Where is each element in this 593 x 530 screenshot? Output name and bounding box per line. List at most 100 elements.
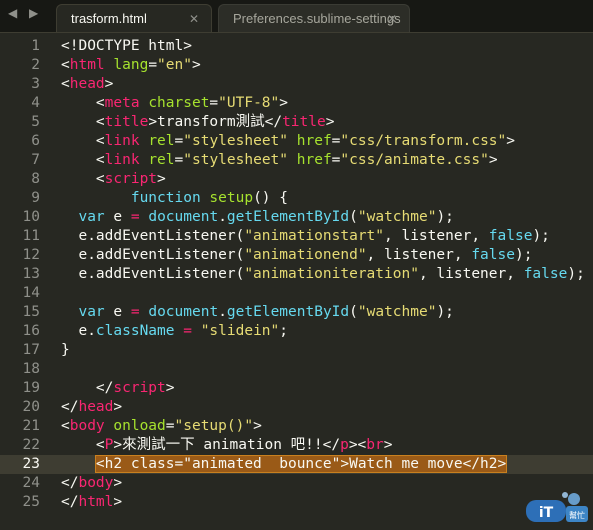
code-line[interactable]: 1 <!DOCTYPE html> [0,37,593,56]
code-line[interactable]: 11 e.addEventListener("animationstart", … [0,227,593,246]
keyword-token: document [148,304,219,320]
string-token: "animationstart" [244,228,385,244]
line-number: 21 [22,418,40,434]
line-number: 18 [22,361,40,377]
tag-token: title [282,114,326,130]
code-line[interactable]: 6 <link rel="stylesheet" href="css/trans… [0,132,593,151]
close-icon[interactable]: ✕ [387,5,397,33]
line-code: <title>transform測試</title> [61,113,335,132]
tag-token: link [104,152,140,168]
code-line[interactable]: 7 <link rel="stylesheet" href="css/anima… [0,151,593,170]
line-code: <link rel="stylesheet" href="css/animate… [61,151,498,170]
text-token: = [174,133,184,149]
line-code: <h2 class="animated bounce">Watch me mov… [61,455,508,474]
code-line[interactable]: 9 function setup() { [0,189,593,208]
code-line[interactable]: 19 </script> [0,379,593,398]
string-token: "css/animate.css" [340,152,489,168]
text-token: > [104,76,114,92]
code-line[interactable]: 24 </body> [0,474,593,493]
line-number: 8 [31,171,40,187]
tab-label: Preferences.sublime-settings [233,11,401,26]
line-number: 15 [22,304,40,320]
line-code: </html> [61,493,122,512]
text-token: e.addEventListener( [61,228,245,244]
text-token: = [174,152,184,168]
text-token: e [104,304,131,320]
code-line[interactable]: 2 <html lang="en"> [0,56,593,75]
text-token: </ [61,475,79,491]
line-code: </body> [61,474,122,493]
text-token: </ [61,380,114,396]
text-token: , listener, [418,266,524,282]
line-code: e.className = "slidein"; [61,322,288,341]
code-line[interactable]: 4 <meta charset="UTF-8"> [0,94,593,113]
text-token: < [61,437,105,453]
code-line[interactable]: 25 </html> [0,493,593,512]
code-line[interactable]: 5 <title>transform測試</title> [0,113,593,132]
code-line[interactable]: 14 [0,284,593,303]
string-token: "watchme" [357,304,437,320]
tag-token: title [104,114,149,130]
code-editor[interactable]: 1 <!DOCTYPE html> 2 <html lang="en"> 3 <head>… [0,33,593,530]
string-token: "stylesheet" [183,133,289,149]
line-code: <script> [61,170,166,189]
text-token: > [113,399,123,415]
text-token: < [61,133,105,149]
text-token: >< [348,437,367,453]
code-line[interactable]: 23 <h2 class="animated bounce">Watch me … [0,455,593,474]
string-token: "watchme" [357,209,437,225]
tab-nav-arrows-icon[interactable]: ◀ ▶ [8,6,42,20]
tab-preferences[interactable]: Preferences.sublime-settings ✕ [218,4,410,32]
code-line[interactable]: 16 e.className = "slidein"; [0,322,593,341]
text-token: </ [61,494,79,510]
operator-token: = [130,304,140,320]
text-token: </ [61,399,79,415]
attr-token: onload [113,418,166,434]
code-line[interactable]: 10 var e = document.getElementById("watc… [0,208,593,227]
line-number: 13 [22,266,40,282]
code-line[interactable]: 3 <head> [0,75,593,94]
text-token: < [61,171,105,187]
line-code: e.addEventListener("animationiteration",… [61,265,584,284]
text-token: = [209,95,219,111]
text-token: > [191,57,201,73]
tab-trasform-html[interactable]: trasform.html ✕ [56,4,212,32]
code-line[interactable]: 20 </head> [0,398,593,417]
code-line[interactable]: 15 var e = document.getElementById("watc… [0,303,593,322]
line-number: 24 [22,475,40,491]
code-line[interactable]: 8 <script> [0,170,593,189]
code-line[interactable]: 17} [0,341,593,360]
code-line[interactable]: 13 e.addEventListener("animationiteratio… [0,265,593,284]
code-line[interactable]: 12 e.addEventListener("animationend", li… [0,246,593,265]
text-token: < [61,152,105,168]
tag-token: meta [104,95,140,111]
string-token: "en" [157,57,192,73]
code-line[interactable]: 22 <P>來測試一下 animation 吧!!</p><br> [0,436,593,455]
line-code: e.addEventListener("animationstart", lis… [61,227,550,246]
line-number: 6 [31,133,40,149]
text-token: e.addEventListener( [61,247,245,263]
close-icon[interactable]: ✕ [189,5,199,33]
keyword-token: false [523,266,568,282]
text-token: ); [436,209,454,225]
text-token: ); [532,228,550,244]
text-token: ( [349,304,358,320]
text-token: < [61,57,70,73]
text-token: < [61,418,70,434]
line-code: </script> [61,379,175,398]
text-token: > [113,494,123,510]
code-line[interactable]: 21 <body onload="setup()"> [0,417,593,436]
string-token: "UTF-8" [218,95,280,111]
tag-token: script [104,171,158,187]
code-line[interactable]: 18 [0,360,593,379]
text-token: ); [514,247,533,263]
text-token: < [61,95,105,111]
text-token: <!DOCTYPE html> [61,38,192,54]
attr-token: charset [148,95,210,111]
line-number: 20 [22,399,40,415]
